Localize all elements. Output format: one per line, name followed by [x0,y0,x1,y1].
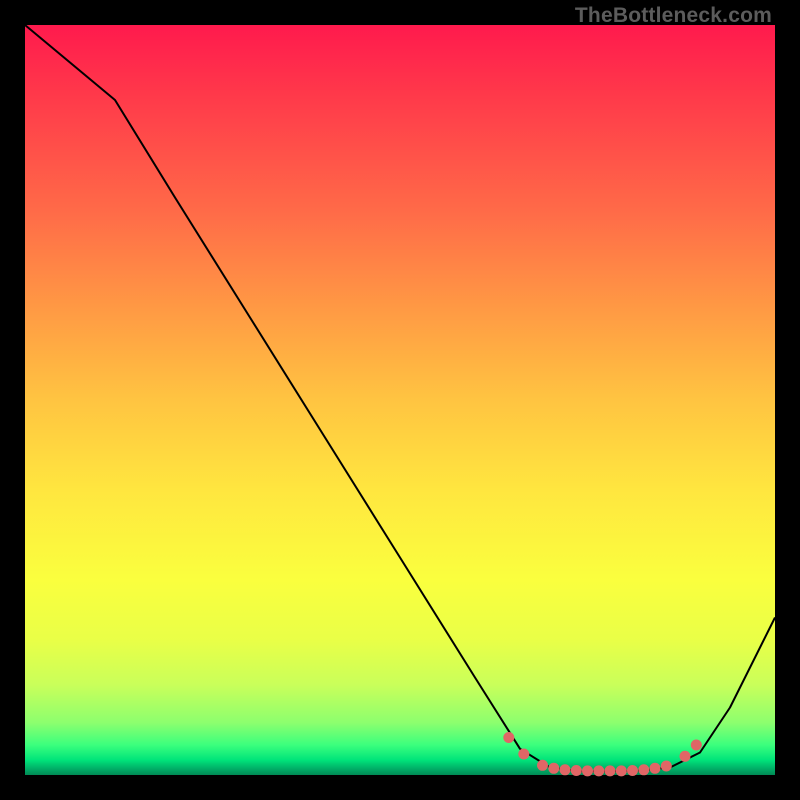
valley-dot [639,765,649,775]
valley-dot [605,766,615,776]
chart-overlay [25,25,775,775]
valley-dot [594,766,604,776]
valley-dot [661,761,671,771]
valley-dot [691,740,701,750]
valley-dot [680,751,690,761]
valley-dot [628,766,638,776]
valley-dot [538,760,548,770]
valley-dot [504,733,514,743]
valley-dot [616,766,626,776]
chart-root: { "watermark": "TheBottleneck.com", "col… [0,0,800,800]
bottleneck-curve [25,25,775,771]
valley-dot [583,766,593,776]
valley-dot [560,765,570,775]
valley-dot [519,749,529,759]
valley-dot [549,763,559,773]
valley-dots-group [504,733,702,776]
valley-dot [571,766,581,776]
valley-dot [650,763,660,773]
